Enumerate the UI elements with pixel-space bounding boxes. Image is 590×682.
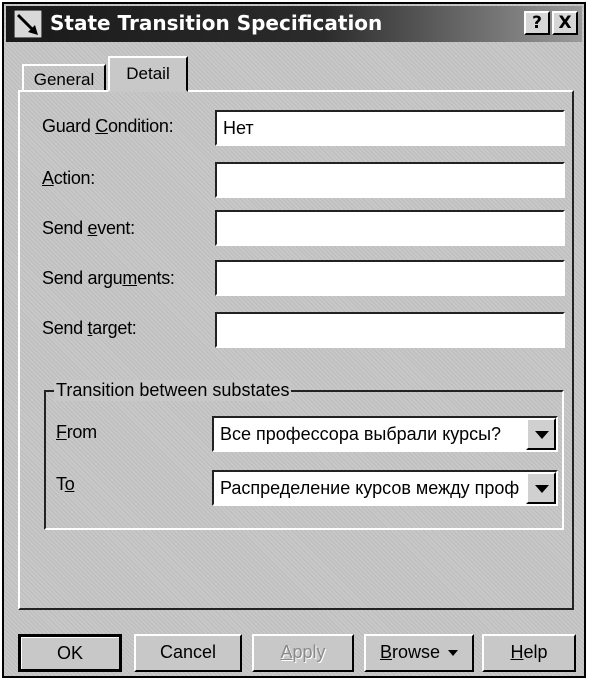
- window-title: State Transition Specification: [50, 11, 383, 35]
- from-select-value: Все профессора выбрали курсы?: [220, 424, 502, 444]
- from-label: From: [56, 422, 97, 442]
- from-select[interactable]: Все профессора выбрали курсы?: [212, 416, 558, 452]
- to-select[interactable]: Распределение курсов между проф: [212, 470, 558, 506]
- send-target-label: Send target:: [42, 318, 137, 338]
- browse-button[interactable]: Browse: [364, 634, 474, 672]
- help-button[interactable]: Help: [482, 634, 576, 672]
- dropdown-arrow-icon: [448, 650, 459, 657]
- dropdown-arrow-icon[interactable]: [526, 418, 556, 450]
- apply-button[interactable]: Apply: [252, 634, 354, 672]
- substates-group-title: Transition between substates: [54, 380, 292, 401]
- close-title-button[interactable]: X: [552, 11, 578, 35]
- send-arguments-input[interactable]: [215, 260, 565, 296]
- send-target-input[interactable]: [215, 312, 565, 348]
- to-label: To: [56, 474, 75, 494]
- dialog-window: State Transition Specification ? X Gener…: [2, 2, 586, 678]
- action-input[interactable]: [215, 162, 565, 198]
- send-event-input[interactable]: [215, 210, 565, 246]
- cancel-button[interactable]: Cancel: [134, 634, 242, 672]
- ok-button[interactable]: OK: [18, 634, 122, 672]
- send-arguments-label: Send arguments:: [42, 268, 175, 288]
- action-label: Action:: [42, 168, 95, 188]
- guard-condition-label: Guard Condition:: [42, 116, 174, 136]
- send-event-label: Send event:: [42, 218, 135, 238]
- dropdown-arrow-icon[interactable]: [526, 472, 556, 504]
- tab-general[interactable]: General: [22, 64, 106, 92]
- title-bar[interactable]: State Transition Specification ? X: [6, 6, 582, 42]
- to-select-value: Распределение курсов между проф: [220, 478, 520, 498]
- tab-detail[interactable]: Detail: [108, 56, 188, 92]
- guard-condition-input[interactable]: Нет: [215, 110, 565, 146]
- substates-group: [44, 390, 564, 530]
- transition-arrow-icon: [13, 9, 43, 39]
- help-title-button[interactable]: ?: [524, 11, 550, 35]
